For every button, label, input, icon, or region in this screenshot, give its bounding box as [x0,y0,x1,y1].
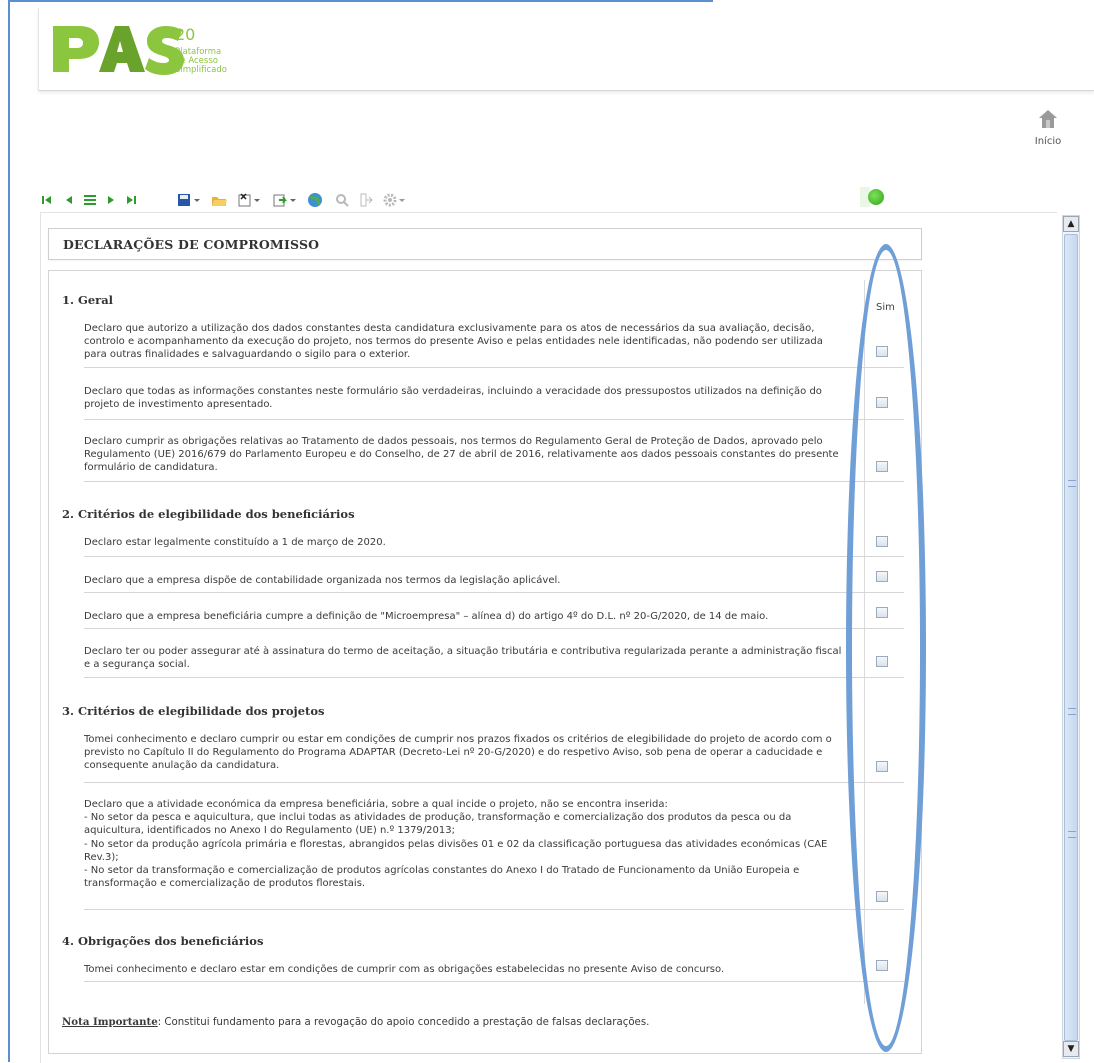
row-divider [84,367,904,368]
export-icon[interactable] [272,190,298,210]
toolbar [40,190,900,210]
delete-icon[interactable] [236,190,262,210]
svg-text:Simplificado: Simplificado [175,65,227,75]
row-divider [84,628,904,629]
checkbox-sim[interactable] [876,536,888,547]
important-note-text: : Constitui fundamento para a revogação … [157,1017,650,1028]
previous-record-icon[interactable] [62,190,76,210]
first-record-icon[interactable] [40,190,54,210]
next-record-icon[interactable] [104,190,118,210]
declaration-text: Tomei conhecimento e declaro estar em co… [84,964,725,975]
checkbox-sim[interactable] [876,346,888,357]
declaration-text: Declaro ter ou poder assegurar até à ass… [84,646,842,671]
row-divider [84,981,904,982]
row-divider [84,592,904,593]
section-title-obrigacoes: 4. Obrigações dos beneficiários [62,934,264,948]
settings-icon[interactable] [382,190,408,210]
declaration-text: Declaro que a empresa beneficiária cumpr… [84,611,769,622]
scroll-grip-icon [1068,480,1076,487]
save-icon[interactable] [176,190,202,210]
important-note-label: Nota Importante [62,1016,158,1028]
checkbox-sim[interactable] [876,656,888,667]
checkbox-sim[interactable] [876,397,888,408]
checkbox-sim[interactable] [876,571,888,582]
checkbox-sim[interactable] [876,461,888,472]
pas-logo[interactable]: 20 Plataforma de Acesso Simplificado [51,18,261,88]
declaration-text: Declaro estar legalmente constituído a 1… [84,537,386,548]
row-divider [84,419,904,420]
row-divider [84,677,904,678]
column-separator [864,280,865,1004]
scroll-grip-icon [1068,831,1076,838]
declaration-text: Declaro que a atividade económica da emp… [84,799,828,890]
vertical-scrollbar[interactable]: ▲ ▼ [1062,215,1080,1059]
row-divider [84,909,904,910]
row-divider [84,481,904,482]
list-icon[interactable] [82,190,98,210]
row-divider [84,556,904,557]
row-divider [84,782,904,783]
svg-text:20: 20 [175,25,195,44]
declaration-text: Declaro que a empresa dispõe de contabil… [84,575,561,586]
declaration-text: Declaro que todas as informações constan… [84,386,822,411]
home-icon [1039,110,1057,128]
frame-border-top [8,0,713,2]
declaration-text: Tomei conhecimento e declaro cumprir ou … [84,734,832,772]
checkbox-sim[interactable] [876,891,888,902]
important-note: Nota Importante: Constitui fundamento pa… [62,1016,649,1028]
status-indicator-icon [868,189,884,205]
section-title-elegibilidade-projetos: 3. Critérios de elegibilidade dos projet… [62,704,325,718]
checkbox-sim[interactable] [876,607,888,618]
title-box: DECLARAÇÕES DE COMPROMISSO [48,228,922,260]
sim-column-header: Sim [876,302,895,313]
last-record-icon[interactable] [124,190,138,210]
scroll-up-button[interactable]: ▲ [1063,216,1079,232]
frame-border-left [8,0,10,1062]
open-folder-icon[interactable] [210,190,228,210]
scroll-thumb[interactable] [1064,234,1078,1041]
search-icon[interactable] [334,190,350,210]
exit-icon[interactable] [358,190,374,210]
declaration-text: Declaro cumprir as obrigações relativas … [84,436,839,474]
globe-icon[interactable] [306,190,324,210]
scroll-grip-icon [1068,708,1076,715]
checkbox-sim[interactable] [876,761,888,772]
home-button[interactable]: Início [1028,108,1068,154]
page-title: DECLARAÇÕES DE COMPROMISSO [63,237,320,252]
section-title-elegibilidade-beneficiarios: 2. Critérios de elegibilidade dos benefi… [62,507,355,521]
checkbox-sim[interactable] [876,960,888,971]
declaration-text: Declaro que autorizo a utilização dos da… [84,323,823,361]
home-label: Início [1034,136,1062,147]
section-title-geral: 1. Geral [62,293,114,307]
scroll-down-button[interactable]: ▼ [1063,1041,1079,1057]
header: 20 Plataforma de Acesso Simplificado [38,8,1094,91]
